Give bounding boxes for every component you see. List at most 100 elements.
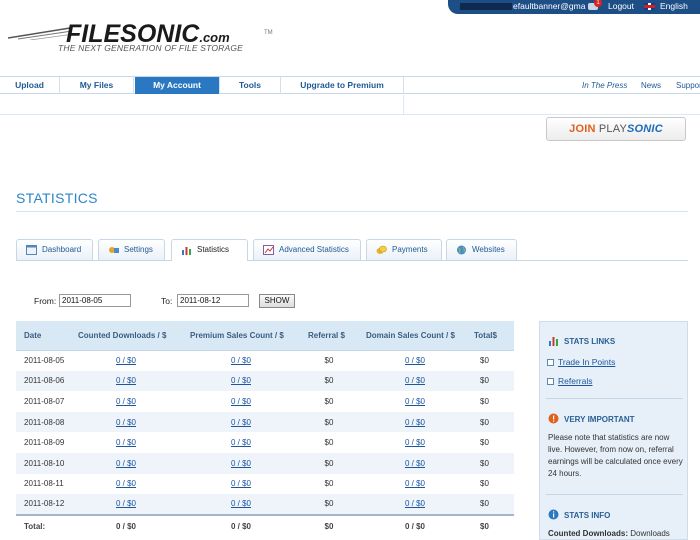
tab-dashboard[interactable]: Dashboard xyxy=(16,239,93,260)
title-divider xyxy=(16,211,688,212)
domain-sales-link[interactable]: 0 / $0 xyxy=(405,479,425,488)
domain-sales-link[interactable]: 0 / $0 xyxy=(405,356,425,365)
domain-sales-link[interactable]: 0 / $0 xyxy=(405,376,425,385)
referrals-link[interactable]: Referrals xyxy=(558,376,592,386)
table-cell-total: $0 xyxy=(472,350,514,371)
total-value: $0 xyxy=(480,458,489,468)
table-cell-premium: 0 / $0 xyxy=(182,432,300,453)
nav-support[interactable]: Support xyxy=(676,77,700,94)
total-value: $0 xyxy=(480,356,489,366)
col-domain-sales: Domain Sales Count / $ xyxy=(358,321,472,351)
table-cell-downloads: 0 / $0 xyxy=(70,494,182,515)
nav-upgrade-premium[interactable]: Upgrade to Premium xyxy=(281,77,404,94)
nav-tools[interactable]: Tools xyxy=(220,77,281,94)
stats-links-title: STATS LINKS xyxy=(564,337,616,346)
nav-in-the-press[interactable]: In The Press xyxy=(582,77,627,94)
table-cell-referral: $0 xyxy=(300,411,358,433)
table-cell-referral: $0 xyxy=(300,391,358,412)
premium-sales-link[interactable]: 0 / $0 xyxy=(231,459,251,468)
messages-icon[interactable]: 1 xyxy=(588,0,602,12)
messages-count-badge: 1 xyxy=(594,0,602,7)
stats-info-desc: Downloads xyxy=(628,529,670,538)
logo-trademark: TM xyxy=(264,30,273,36)
from-date-input[interactable] xyxy=(59,294,131,307)
col-referral: Referral $ xyxy=(300,321,358,351)
premium-sales-link[interactable]: 0 / $0 xyxy=(231,438,251,447)
table-cell-premium: 0 / $0 xyxy=(182,391,300,412)
nav-upload[interactable]: Upload xyxy=(0,77,60,94)
table-cell-date: 2011-08-08 xyxy=(16,411,70,433)
table-cell-total: $0 xyxy=(472,452,514,474)
premium-sales-link[interactable]: 0 / $0 xyxy=(231,499,251,508)
row-date: 2011-08-12 xyxy=(24,499,65,509)
domain-sales-link[interactable]: 0 / $0 xyxy=(405,438,425,447)
main-nav: Upload My Files My Account Tools Upgrade… xyxy=(0,76,700,94)
premium-sales-link[interactable]: 0 / $0 xyxy=(231,479,251,488)
side-panel: STATS LINKS Trade In Points Referrals VE… xyxy=(539,321,688,540)
tab-advanced-statistics-label: Advanced Statistics xyxy=(279,245,349,254)
total-value: $0 xyxy=(480,479,489,489)
tab-websites[interactable]: Websites xyxy=(446,239,517,260)
tab-payments[interactable]: Payments xyxy=(366,239,442,260)
table-cell-date: 2011-08-05 xyxy=(16,350,70,371)
premium-sales-link[interactable]: 0 / $0 xyxy=(231,418,251,427)
downloads-link[interactable]: 0 / $0 xyxy=(116,459,136,468)
premium-sales-link[interactable]: 0 / $0 xyxy=(231,356,251,365)
statistics-table: Date Counted Downloads / $ Premium Sales… xyxy=(16,321,514,537)
table-cell-downloads: 0 / $0 xyxy=(70,411,182,433)
row-date: 2011-08-07 xyxy=(24,396,65,406)
premium-sales-link[interactable]: 0 / $0 xyxy=(231,397,251,406)
downloads-link[interactable]: 0 / $0 xyxy=(116,438,136,447)
table-cell-total: $0 xyxy=(472,494,514,515)
to-date-input[interactable] xyxy=(177,294,249,307)
table-cell-referral: $0 xyxy=(300,452,358,474)
downloads-link[interactable]: 0 / $0 xyxy=(116,479,136,488)
tab-statistics-label: Statistics xyxy=(197,245,230,254)
table-row: 2011-08-08 0 / $0 0 / $0 $0 0 / $0 $0 xyxy=(16,411,514,433)
table-cell-domain: 0 / $0 xyxy=(358,494,472,515)
table-cell-referral: $0 xyxy=(300,350,358,371)
referral-value: $0 xyxy=(324,479,334,489)
redacted-email-part xyxy=(460,3,512,11)
logout-link[interactable]: Logout xyxy=(608,1,634,11)
nav-my-account[interactable]: My Account xyxy=(135,77,220,94)
tab-advanced-statistics[interactable]: Advanced Statistics xyxy=(253,239,361,260)
col-counted-downloads: Counted Downloads / $ xyxy=(70,321,182,351)
table-row: 2011-08-06 0 / $0 0 / $0 $0 0 / $0 $0 xyxy=(16,370,514,392)
premium-sales-link[interactable]: 0 / $0 xyxy=(231,376,251,385)
table-cell-date: 2011-08-09 xyxy=(16,432,70,453)
tab-statistics[interactable]: Statistics xyxy=(171,239,248,261)
downloads-link[interactable]: 0 / $0 xyxy=(116,418,136,427)
downloads-link[interactable]: 0 / $0 xyxy=(116,356,136,365)
settings-icon xyxy=(109,247,119,253)
domain-sales-link[interactable]: 0 / $0 xyxy=(405,418,425,427)
very-important-title: VERY IMPORTANT xyxy=(564,415,635,424)
table-cell-downloads: 0 / $0 xyxy=(70,452,182,474)
total-total: $0 xyxy=(472,513,514,537)
downloads-link[interactable]: 0 / $0 xyxy=(116,397,136,406)
trade-points-bullet-icon xyxy=(547,359,554,366)
row-date: 2011-08-09 xyxy=(24,438,65,448)
join-playsonic-button[interactable]: JOIN PLAYSONIC xyxy=(546,117,686,141)
nav-news[interactable]: News xyxy=(641,77,661,94)
row-date: 2011-08-08 xyxy=(24,417,65,427)
from-label: From: xyxy=(34,296,57,306)
sub-nav xyxy=(0,95,700,115)
total-downloads: 0 / $0 xyxy=(70,513,182,537)
filesonic-logo[interactable]: FILESONIC.com TM THE NEXT GENERATION OF … xyxy=(8,16,278,62)
stats-links-chart-icon xyxy=(549,337,558,346)
language-selector[interactable]: English xyxy=(660,1,688,11)
tab-settings[interactable]: Settings xyxy=(98,239,165,260)
referral-value: $0 xyxy=(324,396,334,406)
domain-sales-link[interactable]: 0 / $0 xyxy=(405,397,425,406)
trade-in-points-link[interactable]: Trade In Points xyxy=(558,357,615,367)
show-button[interactable]: SHOW xyxy=(259,294,295,308)
table-row: 2011-08-10 0 / $0 0 / $0 $0 0 / $0 $0 xyxy=(16,452,514,474)
nav-my-files[interactable]: My Files xyxy=(60,77,134,94)
domain-sales-link[interactable]: 0 / $0 xyxy=(405,459,425,468)
table-cell-total: $0 xyxy=(472,391,514,412)
downloads-link[interactable]: 0 / $0 xyxy=(116,376,136,385)
total-value: $0 xyxy=(480,417,489,427)
downloads-link[interactable]: 0 / $0 xyxy=(116,499,136,508)
domain-sales-link[interactable]: 0 / $0 xyxy=(405,499,425,508)
